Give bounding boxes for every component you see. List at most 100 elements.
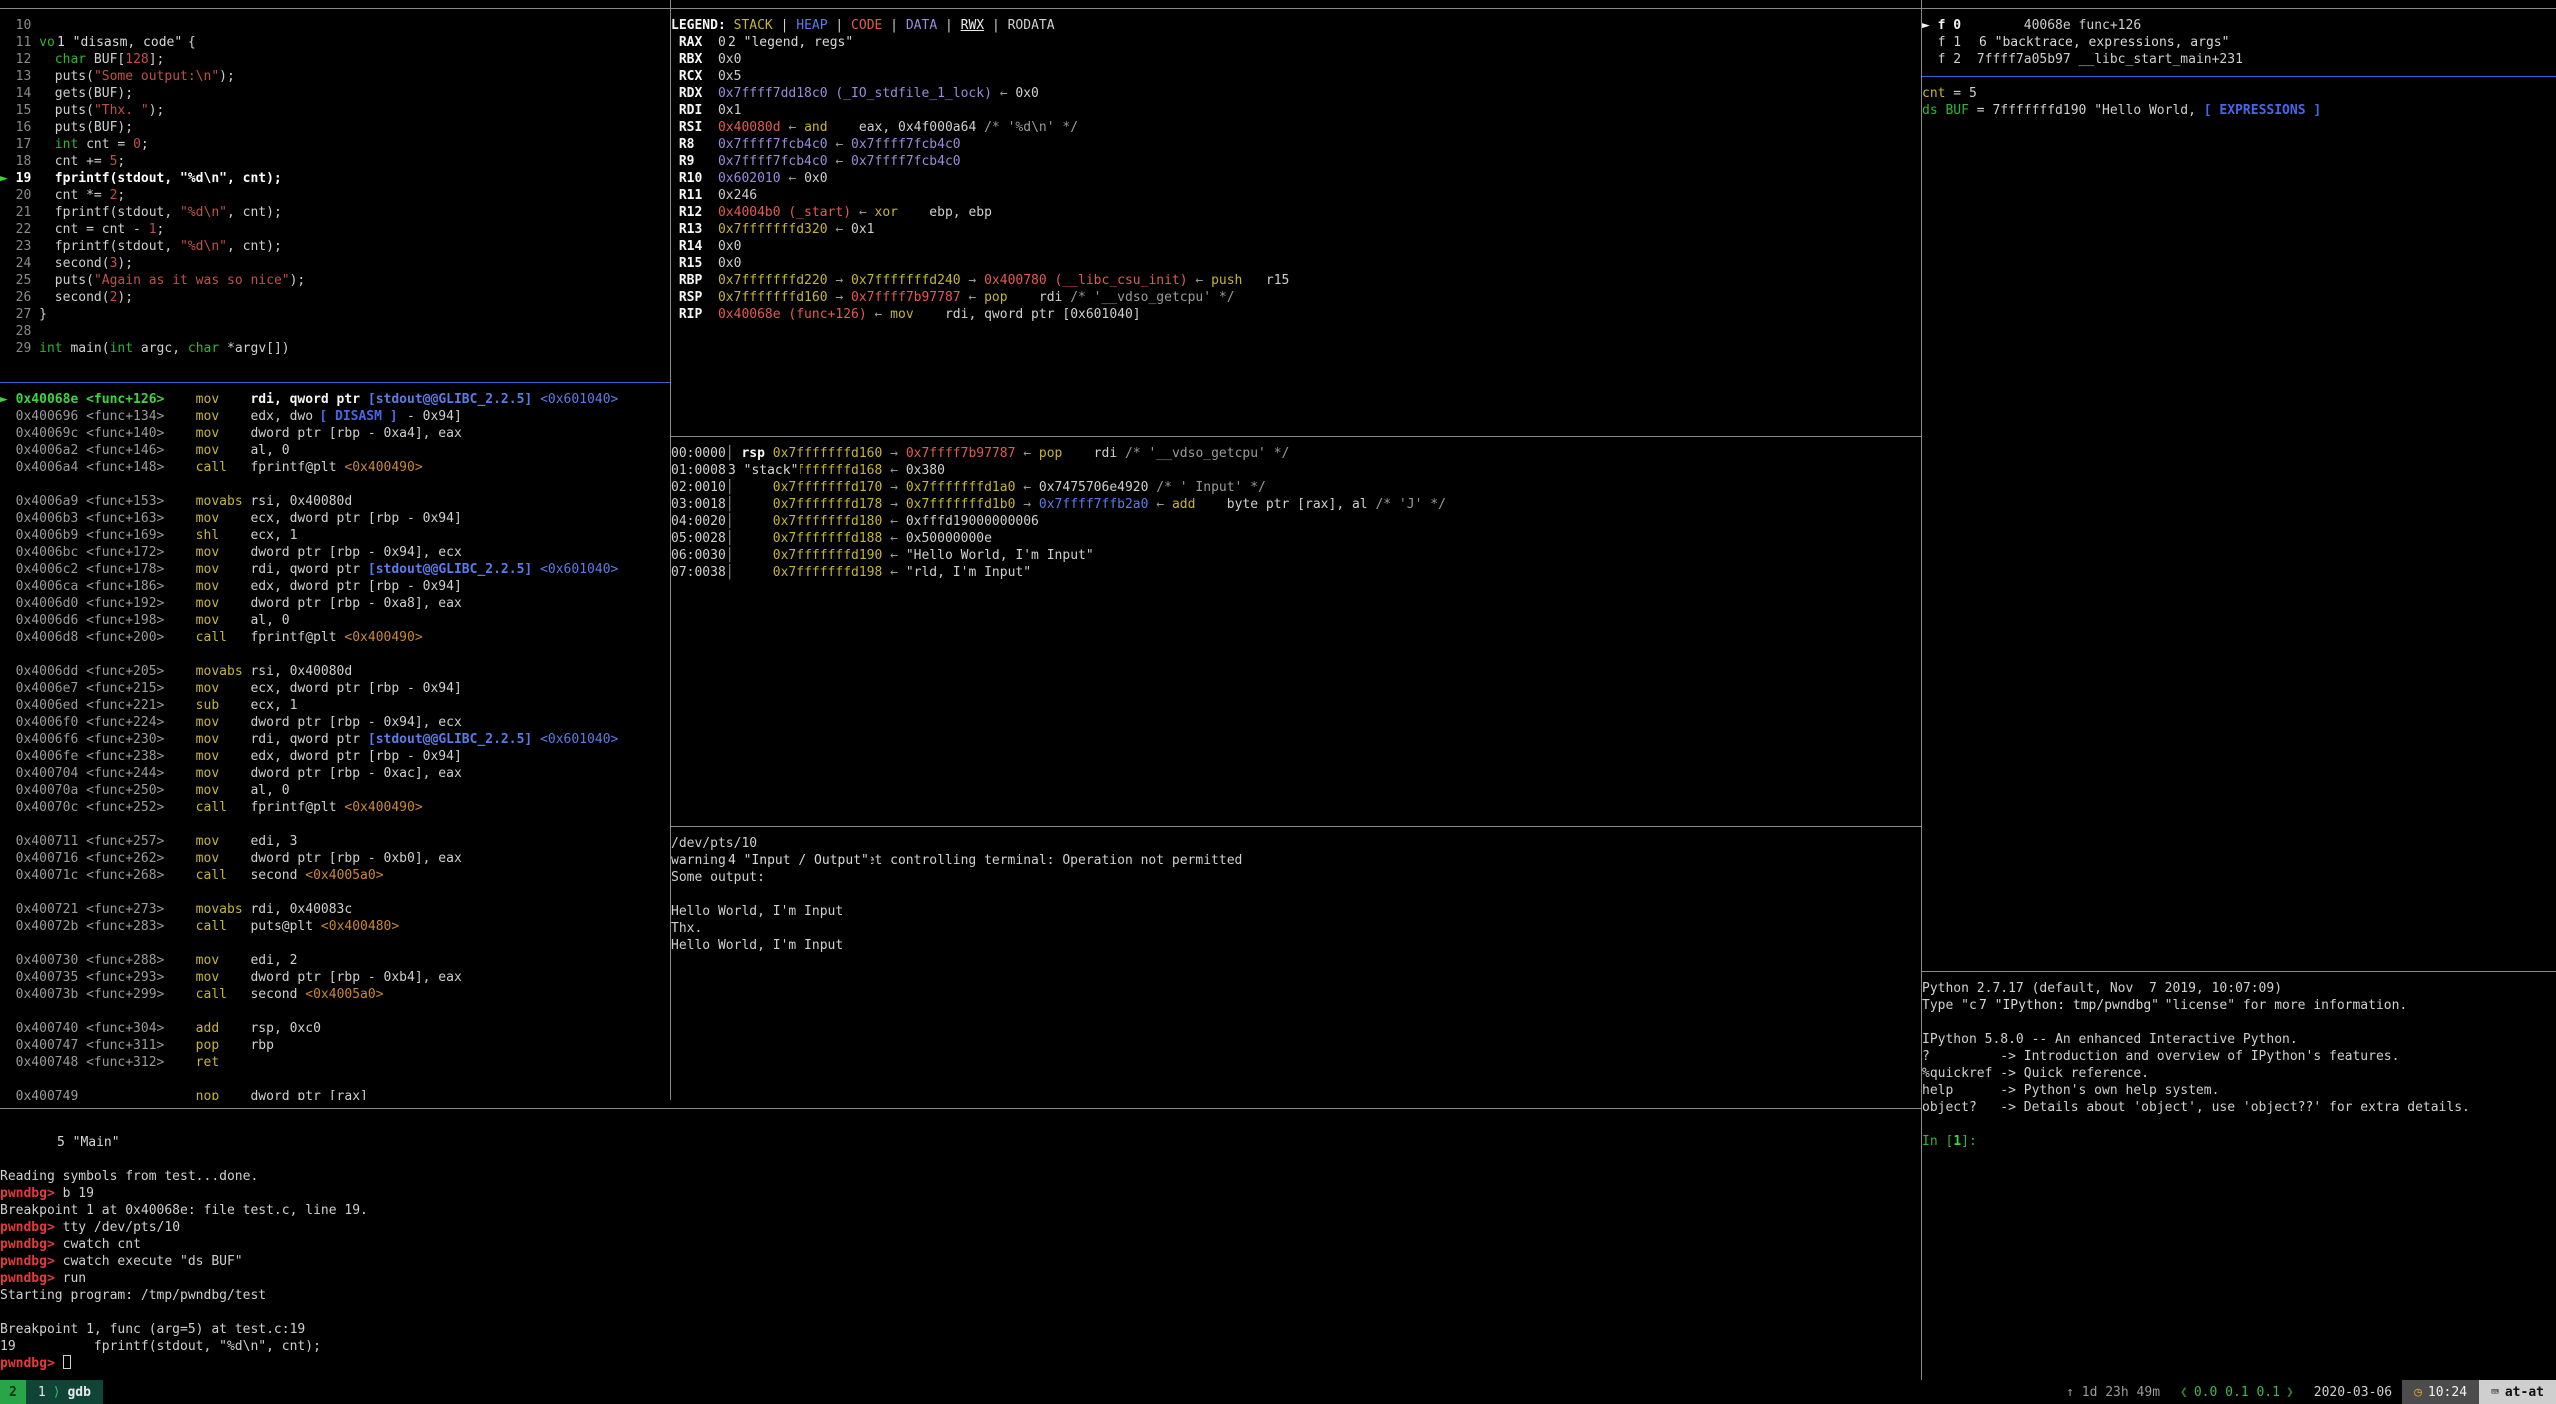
text-segment: 0x400747 <func+311> xyxy=(0,1038,164,1053)
tmux-window-tab[interactable]: 1 ⟩ gdb xyxy=(26,1380,103,1404)
text-segment: 15 xyxy=(0,103,39,118)
terminal-line: 0x4006b3 <func+163> mov ecx, dword ptr [… xyxy=(0,510,670,527)
terminal-line: 28 xyxy=(0,323,670,340)
text-segment: ← xyxy=(882,565,905,580)
text-segment: 0x4006d0 <func+192> xyxy=(0,596,164,611)
text-segment: │ xyxy=(726,497,734,512)
terminal-line: LEGEND: STACK | HEAP | CODE | DATA | RWX… xyxy=(671,17,1921,34)
text-segment: 0x4006bc <func+172> xyxy=(0,545,164,560)
tmux-session-badge[interactable]: 2 xyxy=(0,1380,26,1404)
terminal-line: 0x400735 <func+293> mov dword ptr [rbp -… xyxy=(0,969,670,986)
text-segment: int xyxy=(55,137,78,152)
text-segment xyxy=(710,86,718,101)
text-segment: ← xyxy=(828,154,851,169)
text-segment: /* ' Input' */ xyxy=(1148,480,1265,495)
load-value: 0.0 0.1 0.1 xyxy=(2194,1384,2280,1401)
text-segment: 13 xyxy=(0,69,39,84)
text-segment: 0x7fffffffd180 xyxy=(773,514,883,529)
text-segment: 0x4006ed <func+221> xyxy=(0,698,164,713)
text-segment: pop xyxy=(164,1038,250,1053)
text-segment xyxy=(710,137,718,152)
text-segment: %quickref -> Quick reference. xyxy=(1922,1066,2149,1081)
text-segment: rdi, qword ptr [0x601040] xyxy=(914,307,1141,322)
text-segment: ; xyxy=(117,188,125,203)
text-segment: 0x7fffffffd160 xyxy=(773,446,883,461)
terminal-line: 19 fprintf(stdout, "%d\n", cnt); xyxy=(0,1338,1921,1355)
text-segment: 0x400735 <func+293> xyxy=(0,970,164,985)
text-segment: "Some output:\n" xyxy=(94,69,219,84)
up-arrow-icon: ↑ xyxy=(2066,1384,2082,1401)
text-segment: 0x7fffffffd190 xyxy=(773,548,883,563)
text-segment: fprintf(stdout, xyxy=(39,205,180,220)
terminal-line: 24 second(3); xyxy=(0,255,670,272)
terminal-line xyxy=(0,935,670,952)
text-segment: shl xyxy=(164,528,250,543)
text-segment: 0x4006fe <func+238> xyxy=(0,749,164,764)
text-segment: ]; xyxy=(149,52,165,67)
text-segment: R14 xyxy=(671,239,710,254)
border-line xyxy=(671,826,1921,827)
text-segment: 0x7fffffffd198 xyxy=(773,565,883,580)
text-segment: Hello World, I'm Input xyxy=(671,904,843,919)
text-segment: 0x400748 <func+312> xyxy=(0,1055,164,1070)
text-segment: rdi, qword ptr xyxy=(250,732,367,747)
text-segment: 16 xyxy=(0,120,39,135)
text-segment: R12 xyxy=(671,205,710,220)
text-segment: → xyxy=(882,497,905,512)
text-segment: puts( xyxy=(39,69,94,84)
text-segment: 0x4006dd <func+205> xyxy=(0,664,164,679)
text-segment: /* 'J' */ xyxy=(1368,497,1446,512)
text-segment: rsp xyxy=(734,446,773,461)
pane-stack[interactable]: 3 "stack" 00:0000│ rsp 0x7fffffffd160 → … xyxy=(671,428,1921,818)
text-segment: pop xyxy=(1039,446,1062,461)
pane-disasm-code[interactable]: 1 "disasm, code" 10 11 void func(int arg… xyxy=(0,0,670,1100)
text-segment: CODE xyxy=(851,18,882,33)
terminal-line: Breakpoint 1, func (arg=5) at test.c:19 xyxy=(0,1321,1921,1338)
terminal-line xyxy=(0,1134,1921,1151)
text-segment: ; xyxy=(141,137,149,152)
text-segment: R10 xyxy=(671,171,710,186)
text-segment: 0x50000000e xyxy=(906,531,992,546)
text-segment: 1 xyxy=(1953,1134,1961,1149)
text-segment: 0x40071c <func+268> xyxy=(0,868,164,883)
pane-backtrace-expressions[interactable]: 6 "backtrace, expressions, args" ► f 0 4… xyxy=(1922,0,2556,963)
text-segment xyxy=(734,514,773,529)
text-segment: ? -> Introduction and overview of IPytho… xyxy=(1922,1049,2399,1064)
text-segment: ; xyxy=(117,154,125,169)
text-segment: mov xyxy=(164,732,250,747)
text-segment: Breakpoint 1 at 0x40068e: file test.c, l… xyxy=(0,1203,368,1218)
text-segment: RIP xyxy=(671,307,710,322)
terminal-line: ► f 0 40068e func+126 xyxy=(1922,17,2556,34)
text-segment: ret xyxy=(164,1055,250,1070)
pane-title: 6 "backtrace, expressions, args" xyxy=(1977,34,2231,51)
text-segment: dword ptr [rbp - 0x94], ecx xyxy=(250,545,461,560)
header-line xyxy=(1922,76,2556,77)
terminal-line: 0x4006dd <func+205> movabs rsi, 0x40080d xyxy=(0,663,670,680)
text-segment: movabs xyxy=(164,664,250,679)
text-segment: | xyxy=(882,18,905,33)
terminal-line: pwndbg> cwatch execute "ds BUF" xyxy=(0,1253,1921,1270)
pane-main-gdb[interactable]: 5 "Main" Reading symbols from test...don… xyxy=(0,1100,1921,1380)
text-segment: = 5 xyxy=(1945,86,1976,101)
header-line xyxy=(0,382,670,383)
text-segment: 0x7fffffffd220 xyxy=(718,273,828,288)
text-segment xyxy=(710,205,718,220)
pane-ipython[interactable]: 7 "IPython: tmp/pwndbg" Python 2.7.17 (d… xyxy=(1922,963,2556,1380)
text-segment: │ xyxy=(726,446,734,461)
terminal-line: 00:0000│ rsp 0x7fffffffd160 → 0x7ffff7b9… xyxy=(671,445,1921,462)
pane-input-output[interactable]: 4 "Input / Output" /dev/pts/10warning: G… xyxy=(671,818,1921,1100)
text-segment: , cnt); xyxy=(227,205,282,220)
terminal-line: 12 char BUF[128]; xyxy=(0,51,670,68)
text-segment xyxy=(734,565,773,580)
text-segment: ← xyxy=(828,222,851,237)
text-segment: 1 xyxy=(149,222,157,237)
text-segment: 128 xyxy=(125,52,148,67)
text-segment: call xyxy=(164,460,250,475)
text-segment: movabs xyxy=(164,494,250,509)
terminal-line: help -> Python's own help system. xyxy=(1922,1082,2556,1099)
text-segment: DATA xyxy=(906,18,937,33)
text-segment: tty /dev/pts/10 xyxy=(63,1220,180,1235)
terminal-line: R9 0x7ffff7fcb4c0 ← 0x7ffff7fcb4c0 xyxy=(671,153,1921,170)
pane-legend-regs[interactable]: 2 "legend, regs" LEGEND: STACK | HEAP | … xyxy=(671,0,1921,428)
text-segment: <0x400490> xyxy=(344,460,422,475)
